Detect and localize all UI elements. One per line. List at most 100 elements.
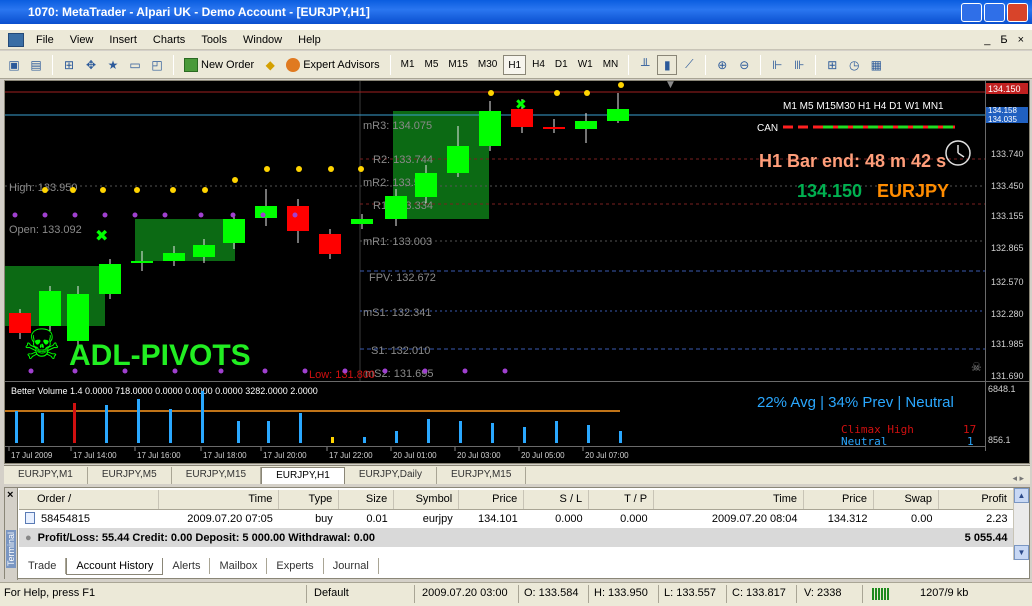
status-profile[interactable]: Default xyxy=(314,587,349,599)
new-order-button[interactable]: New Order xyxy=(180,54,258,76)
terminal-tabs: Trade Account History Alerts Mailbox Exp… xyxy=(19,558,1029,578)
favorites-icon[interactable]: ★ xyxy=(103,55,123,75)
terminal-tab-alerts[interactable]: Alerts xyxy=(163,558,211,574)
window-title: 1070: MetaTrader - Alpari UK - Demo Acco… xyxy=(28,5,370,19)
volume-bar xyxy=(73,403,76,443)
minimize-button[interactable] xyxy=(961,3,982,22)
time-axis-label: 17 Jul 22:00 xyxy=(329,451,373,460)
auto-scroll-icon[interactable]: ⊪ xyxy=(789,55,809,75)
column-stop-loss[interactable]: S / L xyxy=(523,490,590,510)
menu-view[interactable]: View xyxy=(62,30,102,50)
zoom-in-icon[interactable]: ⊕ xyxy=(712,55,732,75)
line-chart-icon[interactable]: ⟋ xyxy=(679,55,699,75)
maximize-button[interactable] xyxy=(984,3,1005,22)
chart-tab-m1[interactable]: EURJPY,M1 xyxy=(4,467,88,484)
status-help: For Help, press F1 xyxy=(4,587,96,599)
fractal-down-dot xyxy=(462,368,468,374)
chart-shift-icon[interactable]: ⊩ xyxy=(767,55,787,75)
timeframe-h1[interactable]: H1 xyxy=(503,54,527,75)
chart-window[interactable]: High: 133.950 Open: 133.092 mR3: 134.075… xyxy=(4,80,1030,464)
chart-window-icon[interactable] xyxy=(8,32,24,47)
candle-body xyxy=(193,245,215,257)
column-type[interactable]: Type xyxy=(278,490,340,510)
chart-tab-m15-2[interactable]: EURJPY,M15 xyxy=(437,467,527,484)
expert-advisors-button[interactable]: Expert Advisors xyxy=(282,54,383,76)
terminal-tab-account-history[interactable]: Account History xyxy=(66,558,164,575)
child-minimize-button[interactable]: _ xyxy=(984,34,990,46)
close-terminal-icon[interactable]: × xyxy=(7,489,13,501)
column-swap[interactable]: Swap xyxy=(873,490,939,510)
child-close-button[interactable]: × xyxy=(1018,34,1024,46)
price-axis-label: 134.158 xyxy=(988,106,1017,115)
column-order[interactable]: Order / xyxy=(19,490,160,510)
column-open-time[interactable]: Time xyxy=(158,490,280,510)
price-axis-label: 133.740 xyxy=(991,149,1024,159)
chart-tab-daily[interactable]: EURJPY,Daily xyxy=(345,467,437,484)
price-axis-label: 131.690 xyxy=(991,371,1024,381)
column-symbol[interactable]: Symbol xyxy=(393,490,460,510)
volume-bar xyxy=(299,413,302,443)
price-axis-label: 132.570 xyxy=(991,277,1024,287)
menu-help[interactable]: Help xyxy=(290,30,329,50)
terminal-tab-experts[interactable]: Experts xyxy=(267,558,324,574)
volume-legend-neutral: Neutral xyxy=(841,435,887,448)
chart-tab-h1[interactable]: EURJPY,H1 xyxy=(261,467,345,484)
price-chart[interactable]: High: 133.950 Open: 133.092 mR3: 134.075… xyxy=(5,81,1029,463)
terminal-tab-journal[interactable]: Journal xyxy=(324,558,379,574)
timeframe-m15[interactable]: M15 xyxy=(444,55,471,75)
column-profit[interactable]: Profit xyxy=(938,490,1015,510)
profiles-icon[interactable]: ▤ xyxy=(26,55,46,75)
bar-chart-icon[interactable]: ╨ xyxy=(635,55,655,75)
timeframe-w1[interactable]: W1 xyxy=(574,55,597,75)
summary-bullet-icon: ● xyxy=(25,531,32,544)
new-order-label: New Order xyxy=(201,58,255,71)
navigator-icon[interactable]: ✥ xyxy=(81,55,101,75)
toolbar-separator xyxy=(705,54,707,75)
new-order-icon xyxy=(184,57,198,72)
fractal-down-dot xyxy=(230,212,236,218)
timeframe-mn[interactable]: MN xyxy=(599,55,623,75)
menu-window[interactable]: Window xyxy=(235,30,290,50)
strategy-tester-icon[interactable]: ◰ xyxy=(147,55,167,75)
zoom-out-icon[interactable]: ⊖ xyxy=(734,55,754,75)
candlestick-icon[interactable]: ▮ xyxy=(657,54,678,75)
timeframe-m1[interactable]: M1 xyxy=(397,55,419,75)
price-axis-label: 132.865 xyxy=(991,243,1024,253)
candle-body xyxy=(223,219,245,243)
chart-tab-m15[interactable]: EURJPY,M15 xyxy=(172,467,262,484)
new-chart-icon[interactable]: ▣ xyxy=(4,55,24,75)
timeframe-m5[interactable]: M5 xyxy=(421,55,443,75)
terminal-icon[interactable]: ▭ xyxy=(125,55,145,75)
table-row[interactable]: 58454815 2009.07.20 07:05 buy 0.01 eurjp… xyxy=(19,509,1014,528)
status-datetime: 2009.07.20 03:00 xyxy=(422,587,508,599)
fractal-down-dot xyxy=(28,368,34,374)
column-close-price[interactable]: Price xyxy=(803,490,875,510)
chart-tab-scroll-arrows-icon[interactable]: ◂ ▸ xyxy=(1012,473,1030,484)
timeframe-h4[interactable]: H4 xyxy=(528,55,549,75)
summary-total: 5 055.44 xyxy=(873,528,1014,547)
indicators-icon[interactable]: ⊞ xyxy=(822,55,842,75)
market-watch-icon[interactable]: ⊞ xyxy=(59,55,79,75)
chart-tab-m5[interactable]: EURJPY,M5 xyxy=(88,467,172,484)
close-button[interactable] xyxy=(1007,3,1028,22)
time-axis-label: 20 Jul 03:00 xyxy=(457,451,501,460)
metaeditor-icon[interactable]: ◆ xyxy=(260,55,280,75)
templates-icon[interactable]: ▦ xyxy=(866,55,886,75)
terminal-tab-trade[interactable]: Trade xyxy=(19,558,67,574)
terminal-scrollbar[interactable]: ▲ ▼ xyxy=(1013,488,1029,560)
column-take-profit[interactable]: T / P xyxy=(588,490,655,510)
chart-shift-marker-icon: ▼ xyxy=(667,81,674,90)
scroll-up-icon[interactable]: ▲ xyxy=(1014,488,1029,503)
column-size[interactable]: Size xyxy=(338,490,395,510)
column-close-time[interactable]: Time xyxy=(653,490,805,510)
periodicity-icon[interactable]: ◷ xyxy=(844,55,864,75)
menu-charts[interactable]: Charts xyxy=(145,30,193,50)
menu-file[interactable]: File xyxy=(28,30,62,50)
column-open-price[interactable]: Price xyxy=(458,490,525,510)
menu-tools[interactable]: Tools xyxy=(193,30,235,50)
child-restore-button[interactable]: Б xyxy=(1000,34,1007,46)
menu-insert[interactable]: Insert xyxy=(101,30,145,50)
terminal-tab-mailbox[interactable]: Mailbox xyxy=(210,558,268,574)
timeframe-d1[interactable]: D1 xyxy=(551,55,572,75)
timeframe-m30[interactable]: M30 xyxy=(474,55,501,75)
